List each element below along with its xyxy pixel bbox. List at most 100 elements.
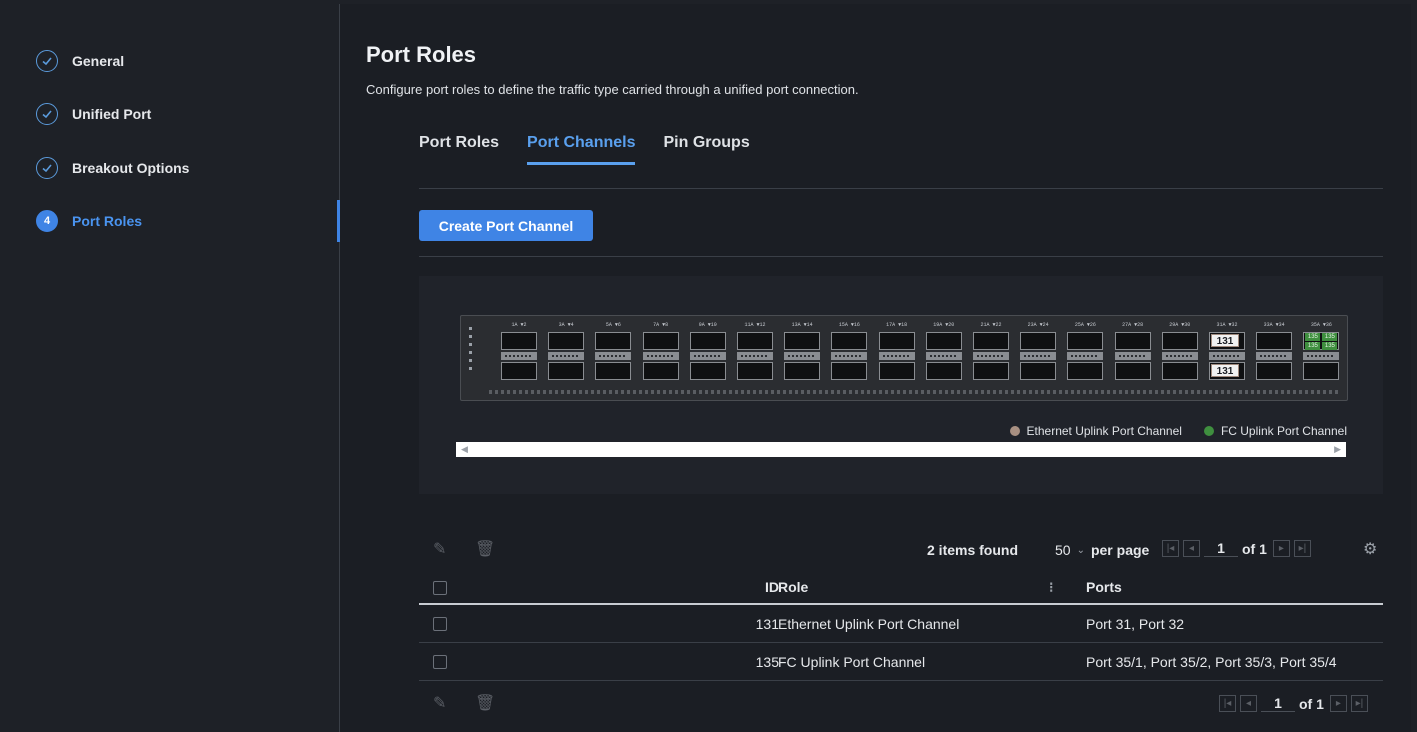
first-page-icon[interactable]: |◂ xyxy=(1162,540,1179,557)
port-bottom[interactable] xyxy=(784,362,821,380)
table-row[interactable]: 131 Ethernet Uplink Port Channel Port 31… xyxy=(419,605,1383,643)
eth-port-channel-label: 131 xyxy=(1211,364,1239,377)
port-group[interactable]: 13A ▼14 xyxy=(782,322,822,382)
port-top[interactable] xyxy=(642,332,679,350)
gear-icon[interactable]: ⚙ xyxy=(1363,539,1377,559)
port-bottom[interactable] xyxy=(1020,362,1057,380)
port-bottom[interactable] xyxy=(689,362,726,380)
port-top[interactable] xyxy=(548,332,585,350)
port-group[interactable]: 15A ▼16 xyxy=(829,322,869,382)
prev-page-icon[interactable]: ◂ xyxy=(1183,540,1200,557)
port-bottom[interactable] xyxy=(1303,362,1340,380)
port-top[interactable] xyxy=(784,332,821,350)
legend-item-fc: FC Uplink Port Channel xyxy=(1203,424,1347,438)
port-top[interactable] xyxy=(831,332,868,350)
delete-icon[interactable]: 🗑 xyxy=(475,693,495,713)
port-bottom[interactable] xyxy=(1067,362,1104,380)
fc-port-channel-label: 135 xyxy=(1305,333,1321,341)
port-bottom[interactable] xyxy=(925,362,962,380)
select-all-checkbox[interactable] xyxy=(433,581,447,595)
tab-pin-groups[interactable]: Pin Groups xyxy=(663,134,749,165)
per-page-selector[interactable]: 50 ⌄ per page xyxy=(1055,542,1149,558)
port-bottom[interactable] xyxy=(737,362,773,380)
last-page-icon[interactable]: ▸| xyxy=(1350,695,1368,712)
port-bottom[interactable] xyxy=(973,362,1009,380)
port-top[interactable] xyxy=(501,332,537,350)
port-top[interactable] xyxy=(737,332,773,350)
port-bottom[interactable] xyxy=(1114,362,1151,380)
port-group[interactable]: 9A ▼10 xyxy=(688,322,728,382)
scroll-right-icon[interactable]: ▶ xyxy=(1334,444,1341,455)
step-port-roles[interactable]: 4 Port Roles xyxy=(36,209,142,233)
column-header-role[interactable]: Role xyxy=(778,579,808,595)
sort-icon[interactable]: ⁝ xyxy=(1049,579,1053,596)
port-top[interactable] xyxy=(1114,332,1151,350)
switch-panel: 1A ▼2 3A ▼4 5A ▼6 7A ▼8 9A ▼10 11A ▼12 13A ▼14… xyxy=(419,276,1383,494)
edit-icon[interactable]: ✎ xyxy=(433,539,453,559)
port-bottom[interactable] xyxy=(501,362,537,380)
port-group[interactable]: 3A ▼4 xyxy=(546,322,586,382)
port-bottom[interactable] xyxy=(595,362,632,380)
port-top[interactable] xyxy=(1067,332,1104,350)
row-checkbox[interactable] xyxy=(433,655,447,669)
port-group[interactable]: 11A ▼12 xyxy=(735,322,775,382)
divider xyxy=(419,256,1383,257)
first-page-icon[interactable]: |◂ xyxy=(1219,695,1236,712)
port-channel-table: ID Role ⁝ Ports 131 Ethernet Uplink Port… xyxy=(419,569,1383,681)
page-input[interactable]: 1 xyxy=(1261,695,1295,712)
port-group[interactable]: 17A ▼18 xyxy=(877,322,917,382)
port-group-header: 33A ▼34 xyxy=(1263,322,1285,328)
delete-icon[interactable]: 🗑 xyxy=(475,539,495,559)
port-group[interactable]: 23A ▼24 xyxy=(1018,322,1058,382)
port-top[interactable] xyxy=(689,332,726,350)
port-group-header: 21A ▼22 xyxy=(980,322,1002,328)
column-header-id[interactable]: ID xyxy=(765,579,779,595)
port-top[interactable] xyxy=(1020,332,1057,350)
port-bottom[interactable] xyxy=(548,362,585,380)
port-top[interactable] xyxy=(1256,332,1293,350)
step-unified-port[interactable]: Unified Port xyxy=(36,102,151,126)
port-group[interactable]: 5A ▼6 xyxy=(593,322,633,382)
column-header-ports[interactable]: Ports xyxy=(1086,579,1122,595)
port-top[interactable] xyxy=(973,332,1009,350)
port-bottom[interactable] xyxy=(1256,362,1293,380)
page-input[interactable]: 1 xyxy=(1204,540,1238,557)
create-port-channel-button[interactable]: Create Port Channel xyxy=(419,210,593,241)
port-bottom[interactable] xyxy=(831,362,868,380)
port-group[interactable]: 1A ▼2 xyxy=(499,322,539,382)
step-breakout-options[interactable]: Breakout Options xyxy=(36,156,189,180)
scroll-left-icon[interactable]: ◀ xyxy=(461,444,468,455)
port-group[interactable]: 31A ▼32 131 131 xyxy=(1207,322,1247,382)
port-top[interactable] xyxy=(595,332,632,350)
port-bottom[interactable] xyxy=(642,362,679,380)
port-top[interactable] xyxy=(925,332,962,350)
next-page-icon[interactable]: ▸ xyxy=(1272,540,1290,557)
port-group-header: 5A ▼6 xyxy=(605,322,621,328)
last-page-icon[interactable]: ▸| xyxy=(1293,540,1311,557)
wizard-sidebar: General Unified Port Breakout Options 4 … xyxy=(6,4,340,732)
items-found-count: 2 items found xyxy=(927,542,1019,558)
horizontal-scrollbar[interactable]: ◀ ▶ xyxy=(456,442,1346,457)
next-page-icon[interactable]: ▸ xyxy=(1329,695,1347,712)
port-group[interactable]: 27A ▼28 xyxy=(1113,322,1153,382)
prev-page-icon[interactable]: ◂ xyxy=(1240,695,1257,712)
tab-port-channels[interactable]: Port Channels xyxy=(527,134,636,165)
port-group-header: 7A ▼8 xyxy=(653,322,669,328)
port-bottom[interactable] xyxy=(1161,362,1198,380)
edit-icon[interactable]: ✎ xyxy=(433,693,453,713)
port-group[interactable]: 25A ▼26 xyxy=(1065,322,1105,382)
port-bottom[interactable] xyxy=(878,362,915,380)
port-group[interactable]: 33A ▼34 xyxy=(1254,322,1294,382)
port-group[interactable]: 21A ▼22 xyxy=(971,322,1011,382)
port-group[interactable]: 19A ▼20 xyxy=(924,322,964,382)
port-group[interactable]: 29A ▼30 xyxy=(1160,322,1200,382)
port-group[interactable]: 35A ▼36 135 135 135 135 xyxy=(1301,322,1341,382)
port-top[interactable] xyxy=(1161,332,1198,350)
table-row[interactable]: 135 FC Uplink Port Channel Port 35/1, Po… xyxy=(419,643,1383,681)
port-label-strip xyxy=(595,352,632,360)
row-checkbox[interactable] xyxy=(433,617,447,631)
port-top[interactable] xyxy=(878,332,915,350)
port-group[interactable]: 7A ▼8 xyxy=(641,322,681,382)
tab-port-roles[interactable]: Port Roles xyxy=(419,134,499,165)
step-general[interactable]: General xyxy=(36,49,124,73)
